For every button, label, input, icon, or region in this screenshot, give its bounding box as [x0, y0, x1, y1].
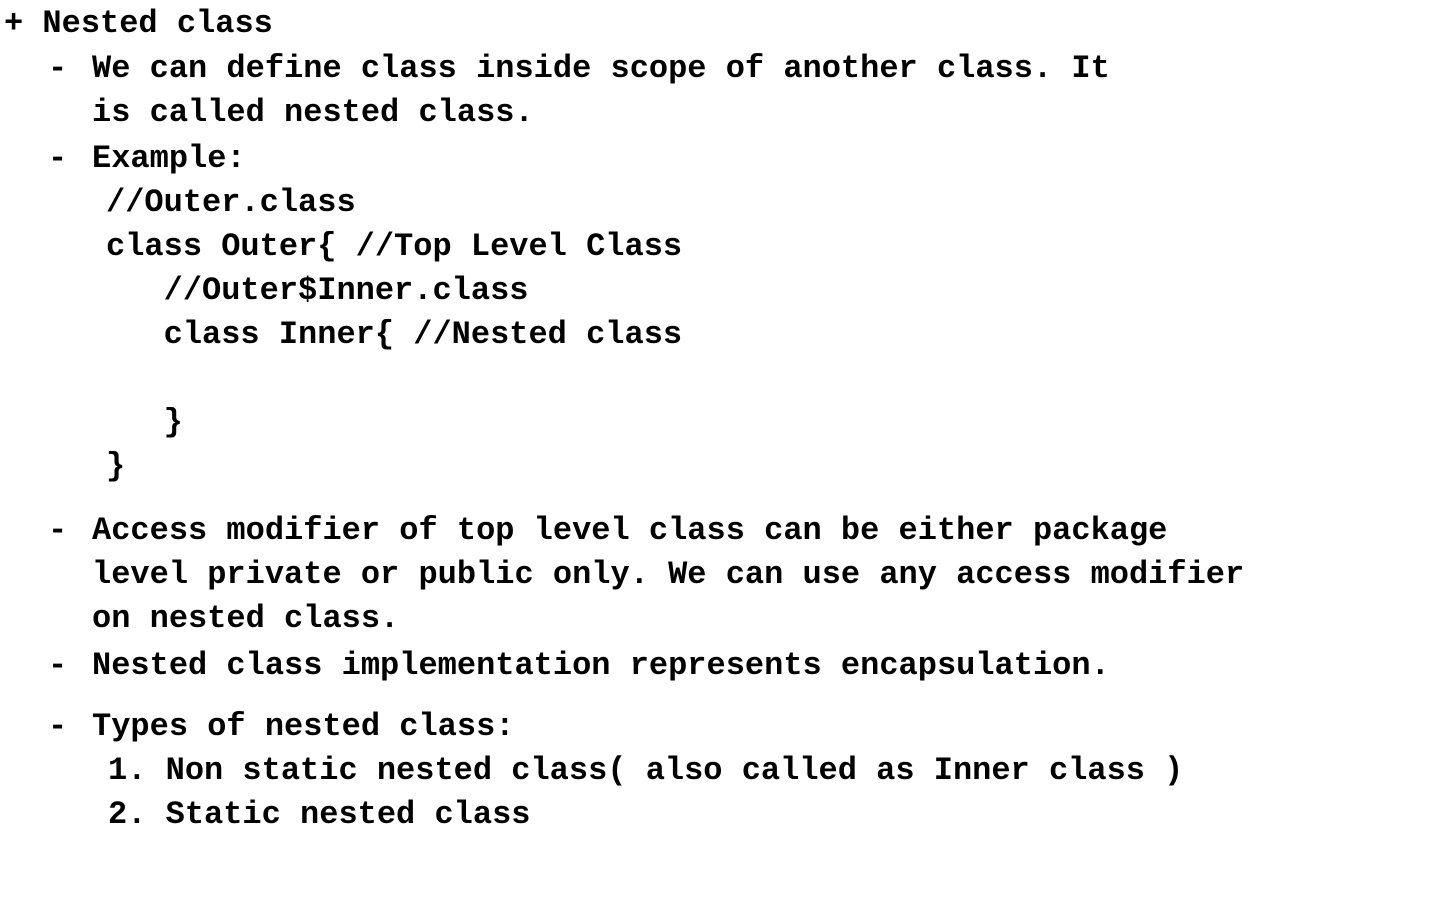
bullet-marker: - [48, 512, 68, 549]
bullet-marker: - [48, 708, 68, 745]
bullet-marker: - [48, 647, 68, 684]
bullet-marker: - [48, 140, 68, 177]
heading: + Nested class [4, 5, 273, 42]
code-line: class Outer{ //Top Level Class [106, 228, 683, 265]
code-line: class Inner{ //Nested class [106, 316, 683, 353]
bullet-marker: - [48, 50, 68, 87]
code-line: //Outer$Inner.class [106, 272, 529, 309]
access-line-1: Access modifier of top level class can b… [92, 512, 1168, 549]
code-line: } [106, 404, 183, 441]
code-line: } [106, 448, 126, 485]
code-line: //Outer.class [106, 184, 356, 221]
example-label: Example: [92, 140, 246, 177]
definition-line-1: We can define class inside scope of anot… [92, 50, 1110, 87]
types-label: Types of nested class: [92, 708, 515, 745]
types-item: 2. Static nested class [108, 796, 531, 833]
types-item: 1. Non static nested class( also called … [108, 752, 1184, 789]
access-line-2: level private or public only. We can use… [92, 556, 1245, 593]
access-line-3: on nested class. [92, 600, 400, 637]
definition-line-2: is called nested class. [92, 94, 534, 131]
encapsulation-line: Nested class implementation represents e… [92, 647, 1110, 684]
